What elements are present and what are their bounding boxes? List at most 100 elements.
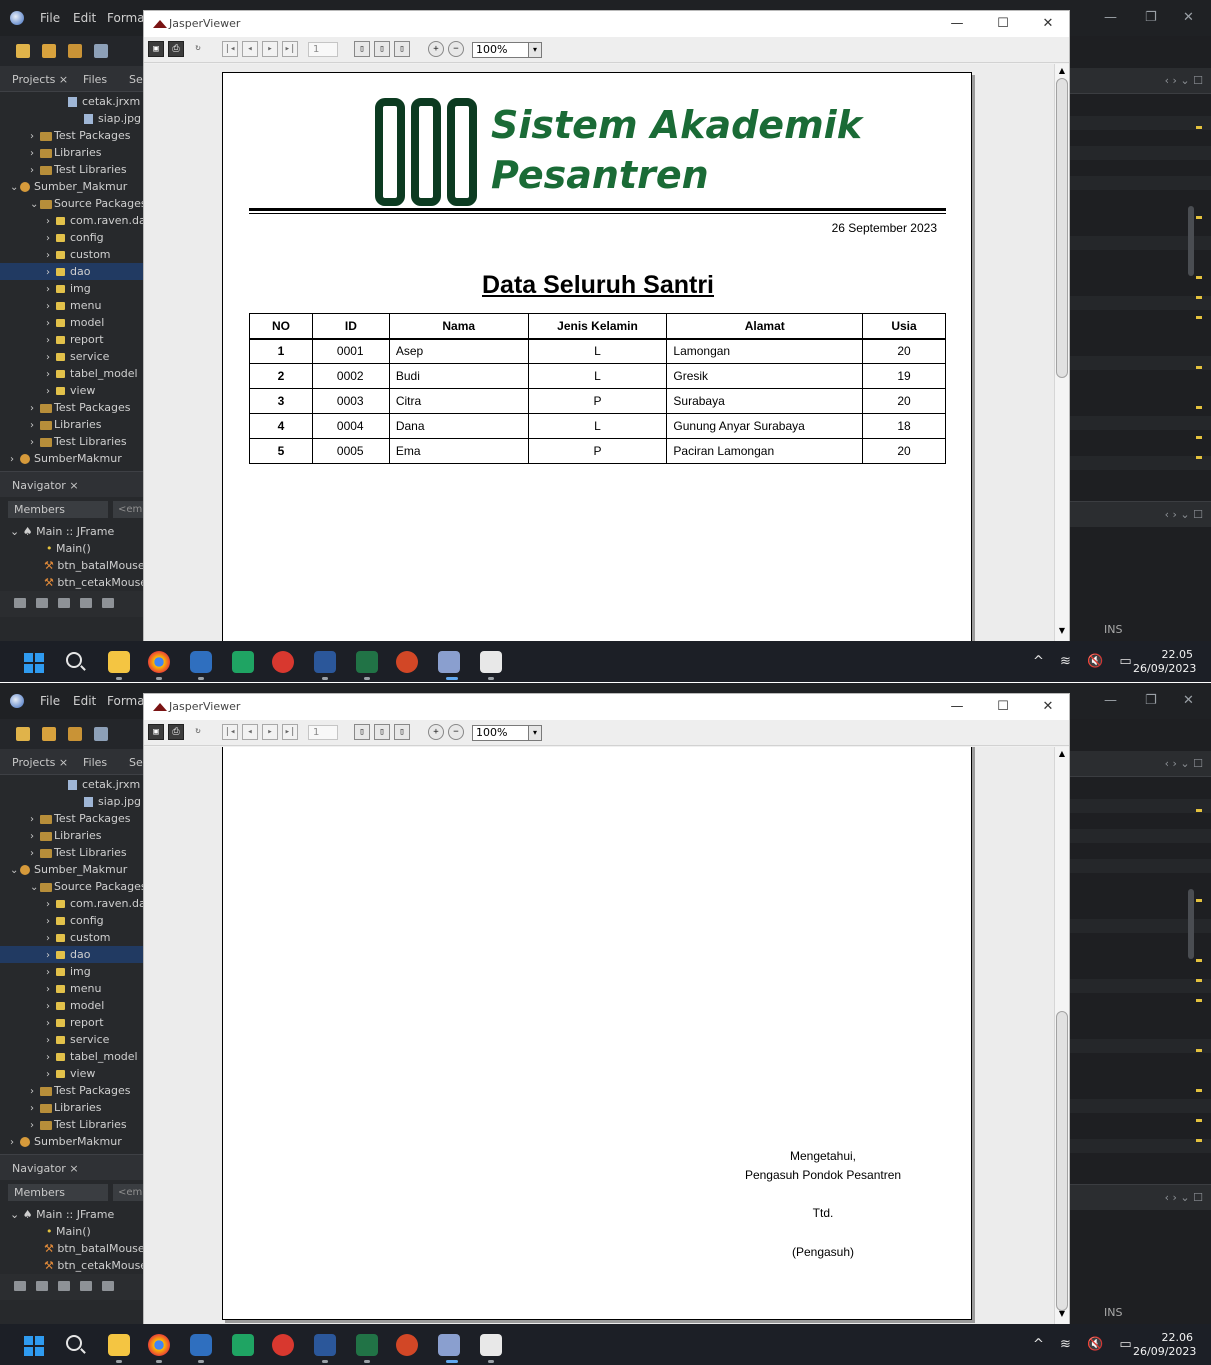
navigator-title[interactable]: Navigator × [12, 479, 79, 492]
tree-item[interactable]: › dao [0, 263, 143, 280]
tree-item[interactable]: › com.raven.da [0, 895, 143, 912]
close-icon[interactable]: ✕ [1183, 10, 1194, 25]
tree-item[interactable]: › Test Packages [0, 810, 143, 827]
system-tray-icons[interactable]: ^ ≋ 🔇 ▭ [1033, 654, 1138, 669]
tree-item[interactable]: cetak.jrxm [0, 93, 143, 110]
chevron-icon[interactable]: › [30, 1100, 40, 1116]
file-explorer-icon[interactable] [108, 1334, 130, 1356]
next-page-icon[interactable]: ▸ [262, 41, 278, 57]
navigator-filter-2[interactable]: <em [113, 501, 143, 518]
filter-icon[interactable] [80, 598, 92, 608]
tree-item[interactable]: ⌄ Sumber_Makmur [0, 178, 143, 195]
fit-width-icon[interactable]: ▯ [394, 41, 410, 57]
open-project-icon[interactable] [68, 727, 82, 741]
tree-item[interactable]: › tabel_model [0, 365, 143, 382]
editor-scrollbar[interactable] [1188, 889, 1194, 959]
clock[interactable]: 22.05 26/09/2023 [1133, 648, 1196, 676]
new-file-icon[interactable] [42, 44, 56, 58]
fit-page-icon[interactable]: ▯ [374, 724, 390, 740]
nav-item[interactable]: ⚒ btn_cetakMouseC [0, 574, 143, 591]
chevron-icon[interactable]: › [46, 964, 56, 980]
tree-item[interactable]: cetak.jrxm [0, 776, 143, 793]
fit-page-icon[interactable]: ▯ [374, 41, 390, 57]
chevron-icon[interactable]: › [46, 213, 56, 229]
tab-nav-icon[interactable]: ‹ › ⌄ ☐ [1165, 74, 1203, 87]
filter-icon[interactable] [36, 598, 48, 608]
tree-item[interactable]: › service [0, 348, 143, 365]
windows-start-icon[interactable] [24, 1336, 44, 1356]
filter-icon[interactable] [14, 1281, 26, 1291]
chevron-icon[interactable]: › [10, 1134, 20, 1150]
navigator-filter-2[interactable]: <em [113, 1184, 143, 1201]
tree-item[interactable]: › com.raven.da [0, 212, 143, 229]
tree-item[interactable]: › report [0, 331, 143, 348]
tab-services[interactable]: Se [129, 756, 143, 769]
nav-item[interactable]: ⚒ btn_batalMouseC [0, 557, 143, 574]
java-icon[interactable] [480, 1334, 502, 1356]
tree-item[interactable]: siap.jpg [0, 793, 143, 810]
maximize-icon[interactable]: ☐ [983, 14, 1023, 34]
close-icon[interactable]: ✕ [1183, 693, 1194, 708]
reload-icon[interactable]: ↻ [190, 41, 206, 57]
chevron-icon[interactable]: › [46, 930, 56, 946]
tree-item[interactable]: › Test Packages [0, 1082, 143, 1099]
tree-item[interactable]: › img [0, 280, 143, 297]
maximize-icon[interactable]: ☐ [983, 697, 1023, 717]
zoom-level-field[interactable]: 100% [472, 725, 530, 741]
app-icon[interactable] [272, 1334, 294, 1356]
tree-item[interactable]: siap.jpg [0, 110, 143, 127]
viewer-vertical-scrollbar[interactable]: ▲ ▼ [1054, 64, 1069, 641]
clock[interactable]: 22.06 26/09/2023 [1133, 1331, 1196, 1359]
tree-item[interactable]: › model [0, 997, 143, 1014]
zoom-dropdown-icon[interactable]: ▾ [528, 725, 542, 741]
print-icon[interactable]: ⎙ [168, 724, 184, 740]
excel-icon[interactable] [356, 651, 378, 673]
navigator-filter[interactable]: Members [8, 501, 108, 518]
tab-projects[interactable]: Projects × [12, 756, 68, 769]
fit-width-icon[interactable]: ▯ [394, 724, 410, 740]
page-number-field[interactable]: 1 [308, 42, 338, 57]
filter-icon[interactable] [58, 1281, 70, 1291]
tab-nav-icon[interactable]: ‹ › ⌄ ☐ [1165, 1191, 1203, 1204]
tree-item[interactable]: › SumberMakmur [0, 450, 143, 467]
tree-item[interactable]: › custom [0, 246, 143, 263]
minimize-icon[interactable]: — [1104, 10, 1117, 25]
tab-files[interactable]: Files [83, 73, 107, 86]
save-all-icon[interactable] [94, 727, 108, 741]
zoom-level-field[interactable]: 100% [472, 42, 530, 58]
new-file-icon[interactable] [42, 727, 56, 741]
app-icon[interactable] [272, 651, 294, 673]
chevron-icon[interactable]: › [46, 298, 56, 314]
chevron-icon[interactable]: ⌄ [10, 179, 20, 195]
chevron-icon[interactable]: › [46, 947, 56, 963]
chrome-icon[interactable] [148, 651, 170, 673]
chevron-icon[interactable]: › [30, 811, 40, 827]
menu-edit[interactable]: Edit [73, 11, 96, 25]
nav-item[interactable]: ⚒ btn_cetakMouseC [0, 1257, 143, 1274]
tree-item[interactable]: › Libraries [0, 144, 143, 161]
save-icon[interactable]: ▣ [148, 41, 164, 57]
zoom-out-icon[interactable]: − [448, 41, 464, 57]
scroll-up-icon[interactable]: ▲ [1057, 66, 1067, 78]
scroll-down-icon[interactable]: ▼ [1057, 1309, 1067, 1321]
nav-item[interactable]: • Main() [0, 1223, 143, 1240]
chevron-icon[interactable]: › [30, 128, 40, 144]
last-page-icon[interactable]: ▸| [282, 41, 298, 57]
scroll-thumb[interactable] [1056, 1011, 1068, 1311]
netbeans-icon[interactable] [190, 1334, 212, 1356]
chevron-icon[interactable]: › [30, 845, 40, 861]
app-icon[interactable] [232, 1334, 254, 1356]
chevron-icon[interactable]: › [46, 383, 56, 399]
restore-icon[interactable]: ❐ [1145, 10, 1157, 25]
word-icon[interactable] [314, 651, 336, 673]
chevron-icon[interactable]: › [46, 1066, 56, 1082]
search-icon[interactable] [66, 652, 82, 668]
tree-item[interactable]: › service [0, 1031, 143, 1048]
close-icon[interactable]: ✕ [1028, 14, 1068, 34]
chevron-icon[interactable]: › [46, 1015, 56, 1031]
chevron-icon[interactable]: › [46, 349, 56, 365]
tree-item[interactable]: › Libraries [0, 827, 143, 844]
chevron-icon[interactable]: › [46, 230, 56, 246]
navigator-title[interactable]: Navigator × [12, 1162, 79, 1175]
tab-nav-icon[interactable]: ‹ › ⌄ ☐ [1165, 757, 1203, 770]
